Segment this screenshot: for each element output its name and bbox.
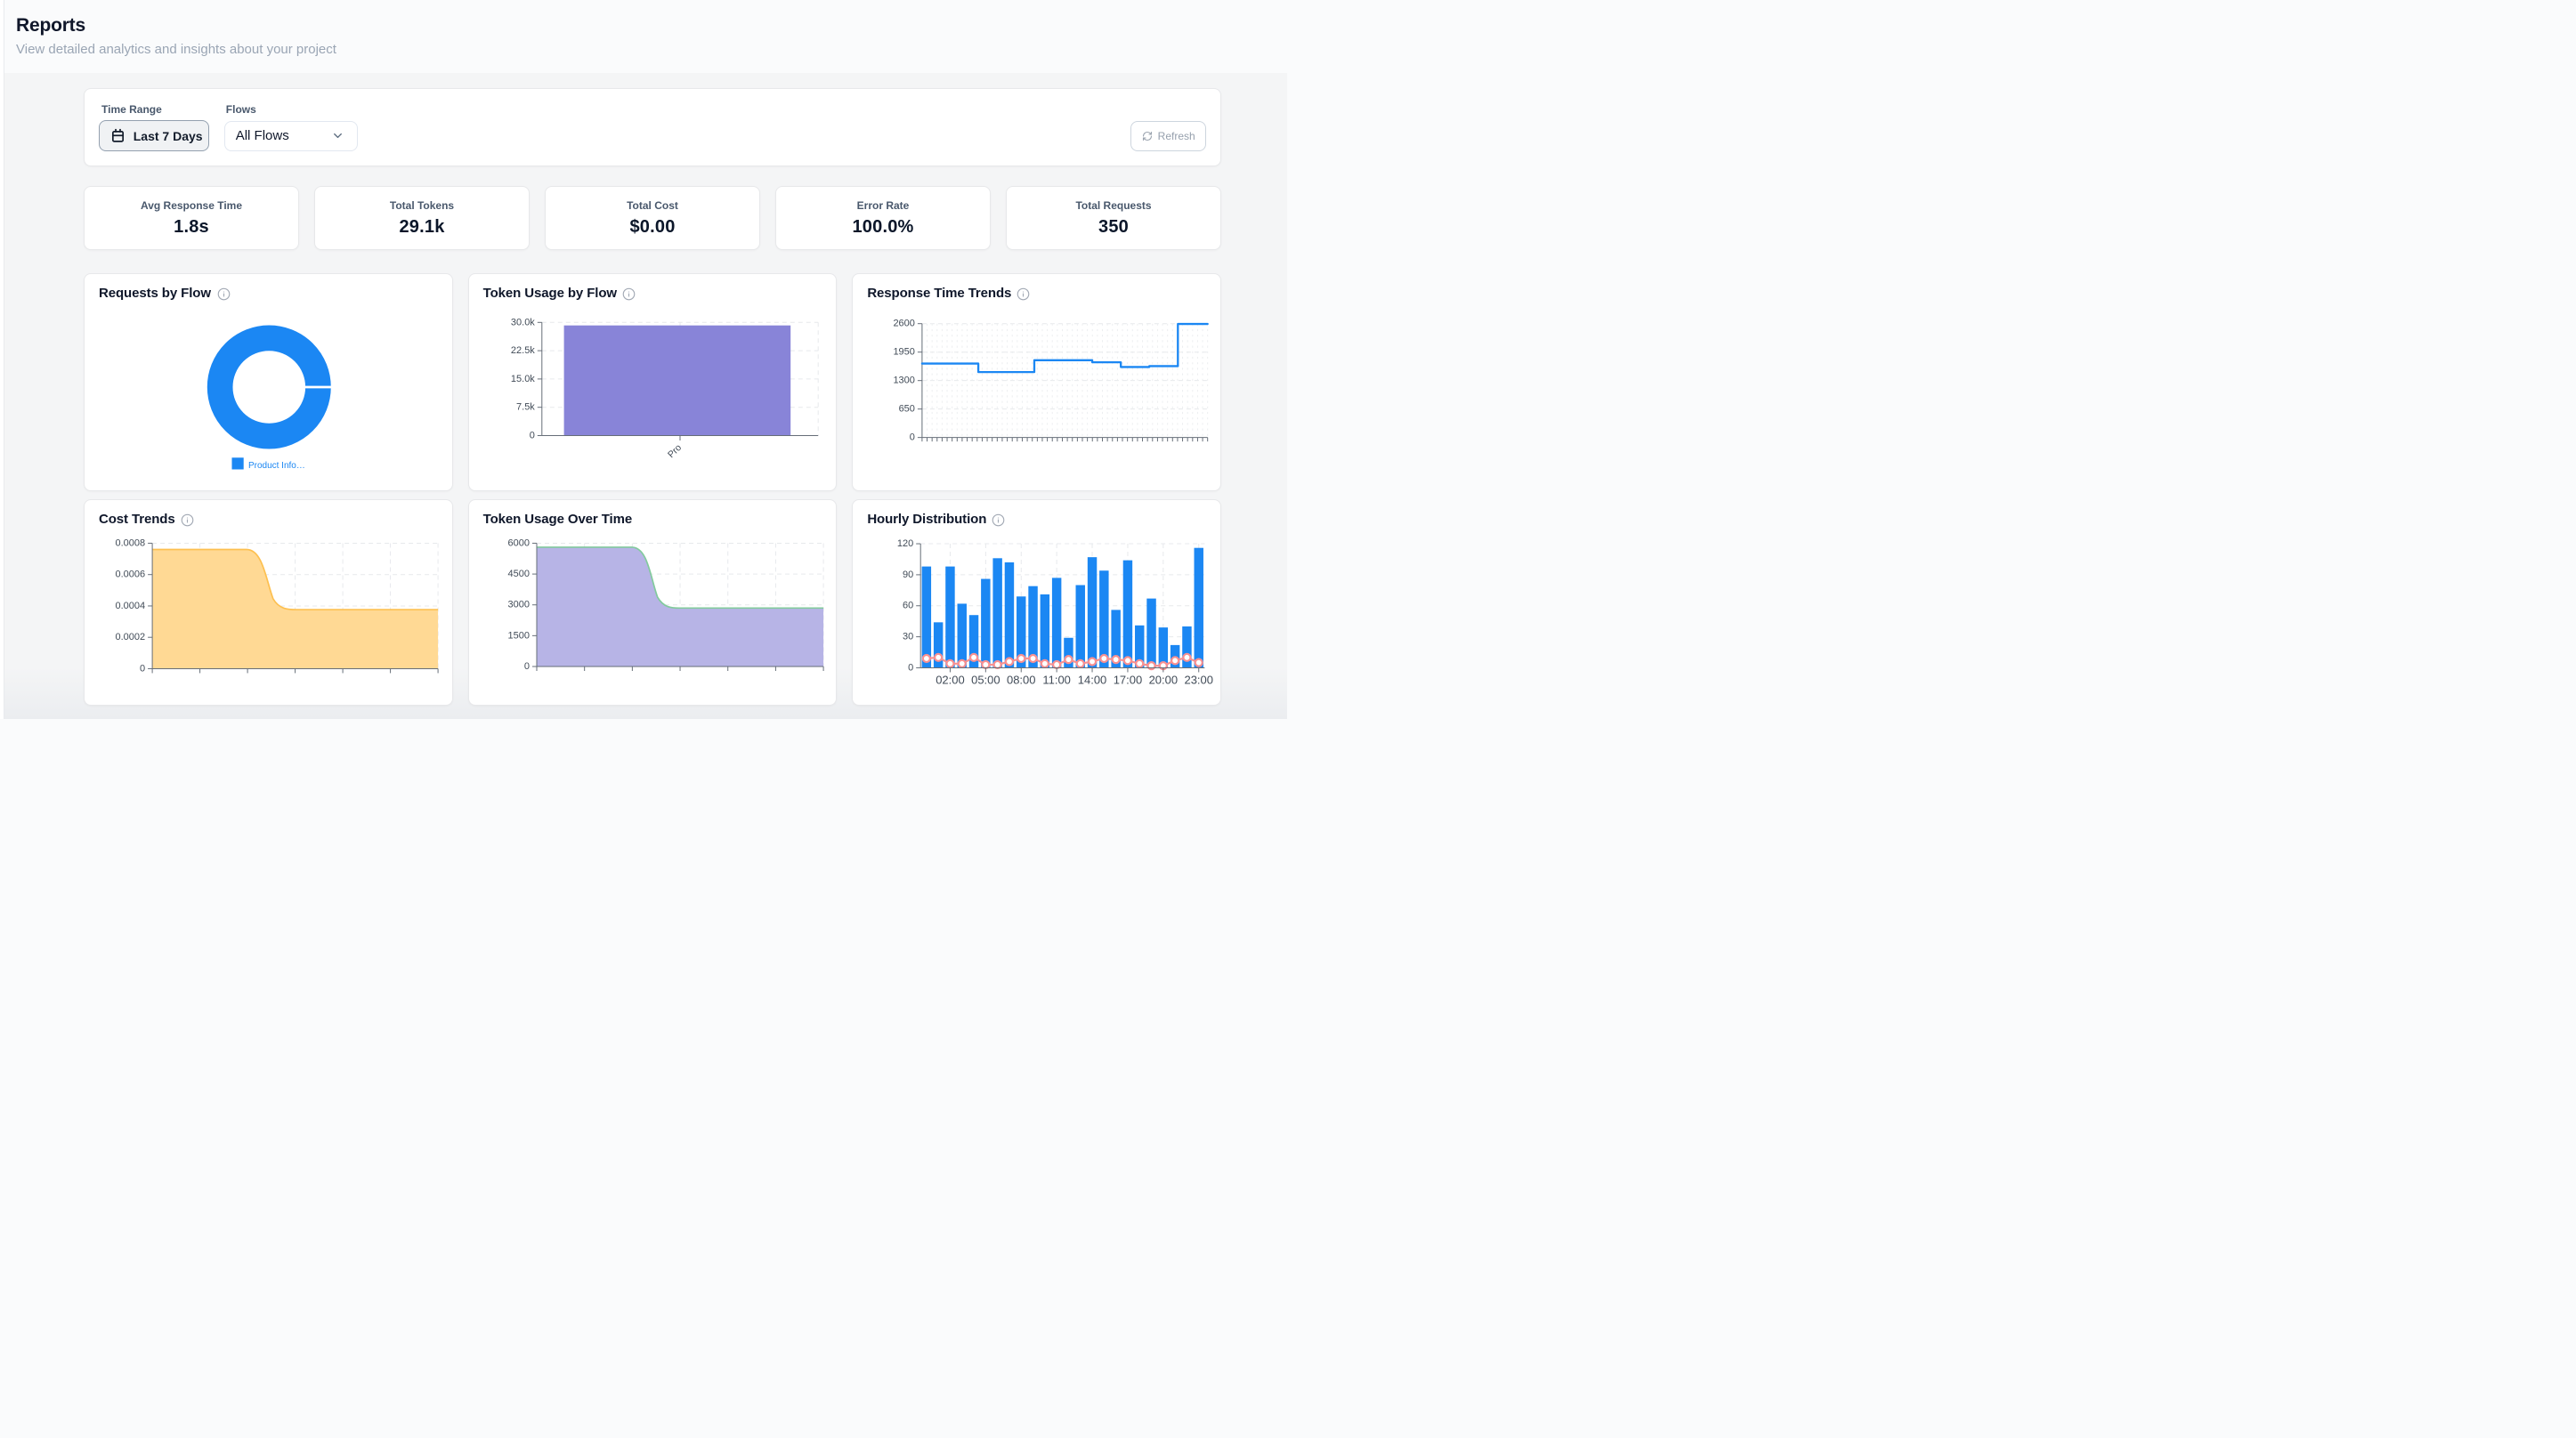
svg-text:0: 0 (529, 430, 534, 440)
svg-text:30: 30 (903, 631, 913, 642)
svg-text:7.5k: 7.5k (516, 401, 535, 412)
svg-text:0.0008: 0.0008 (115, 537, 145, 548)
svg-text:0.0006: 0.0006 (115, 569, 145, 579)
svg-text:02:00: 02:00 (936, 673, 966, 686)
svg-text:22.5k: 22.5k (511, 345, 535, 356)
svg-text:6000: 6000 (507, 537, 529, 548)
svg-text:20:00: 20:00 (1149, 673, 1179, 686)
svg-text:1500: 1500 (507, 630, 529, 641)
svg-text:Product Info…: Product Info… (248, 460, 305, 470)
svg-text:4500: 4500 (507, 569, 529, 579)
svg-text:0.0004: 0.0004 (115, 601, 145, 611)
svg-text:1300: 1300 (894, 375, 915, 385)
svg-text:0: 0 (910, 432, 915, 442)
svg-text:90: 90 (903, 570, 913, 580)
svg-text:60: 60 (903, 600, 913, 610)
svg-text:0.0002: 0.0002 (115, 632, 145, 642)
svg-text:0: 0 (908, 662, 913, 673)
svg-text:14:00: 14:00 (1078, 673, 1107, 686)
svg-text:17:00: 17:00 (1114, 673, 1142, 686)
svg-text:120: 120 (897, 538, 913, 549)
svg-text:0: 0 (524, 661, 530, 672)
svg-text:15.0k: 15.0k (511, 373, 535, 384)
svg-text:Pro: Pro (666, 442, 683, 459)
svg-text:3000: 3000 (507, 599, 529, 610)
svg-text:23:00: 23:00 (1185, 673, 1214, 686)
svg-text:650: 650 (899, 403, 915, 414)
svg-text:08:00: 08:00 (1007, 673, 1036, 686)
svg-text:05:00: 05:00 (971, 673, 1000, 686)
svg-text:11:00: 11:00 (1043, 673, 1072, 686)
svg-text:30.0k: 30.0k (511, 317, 535, 327)
svg-text:0: 0 (140, 663, 145, 674)
svg-text:1950: 1950 (894, 346, 915, 357)
svg-text:2600: 2600 (894, 318, 915, 328)
